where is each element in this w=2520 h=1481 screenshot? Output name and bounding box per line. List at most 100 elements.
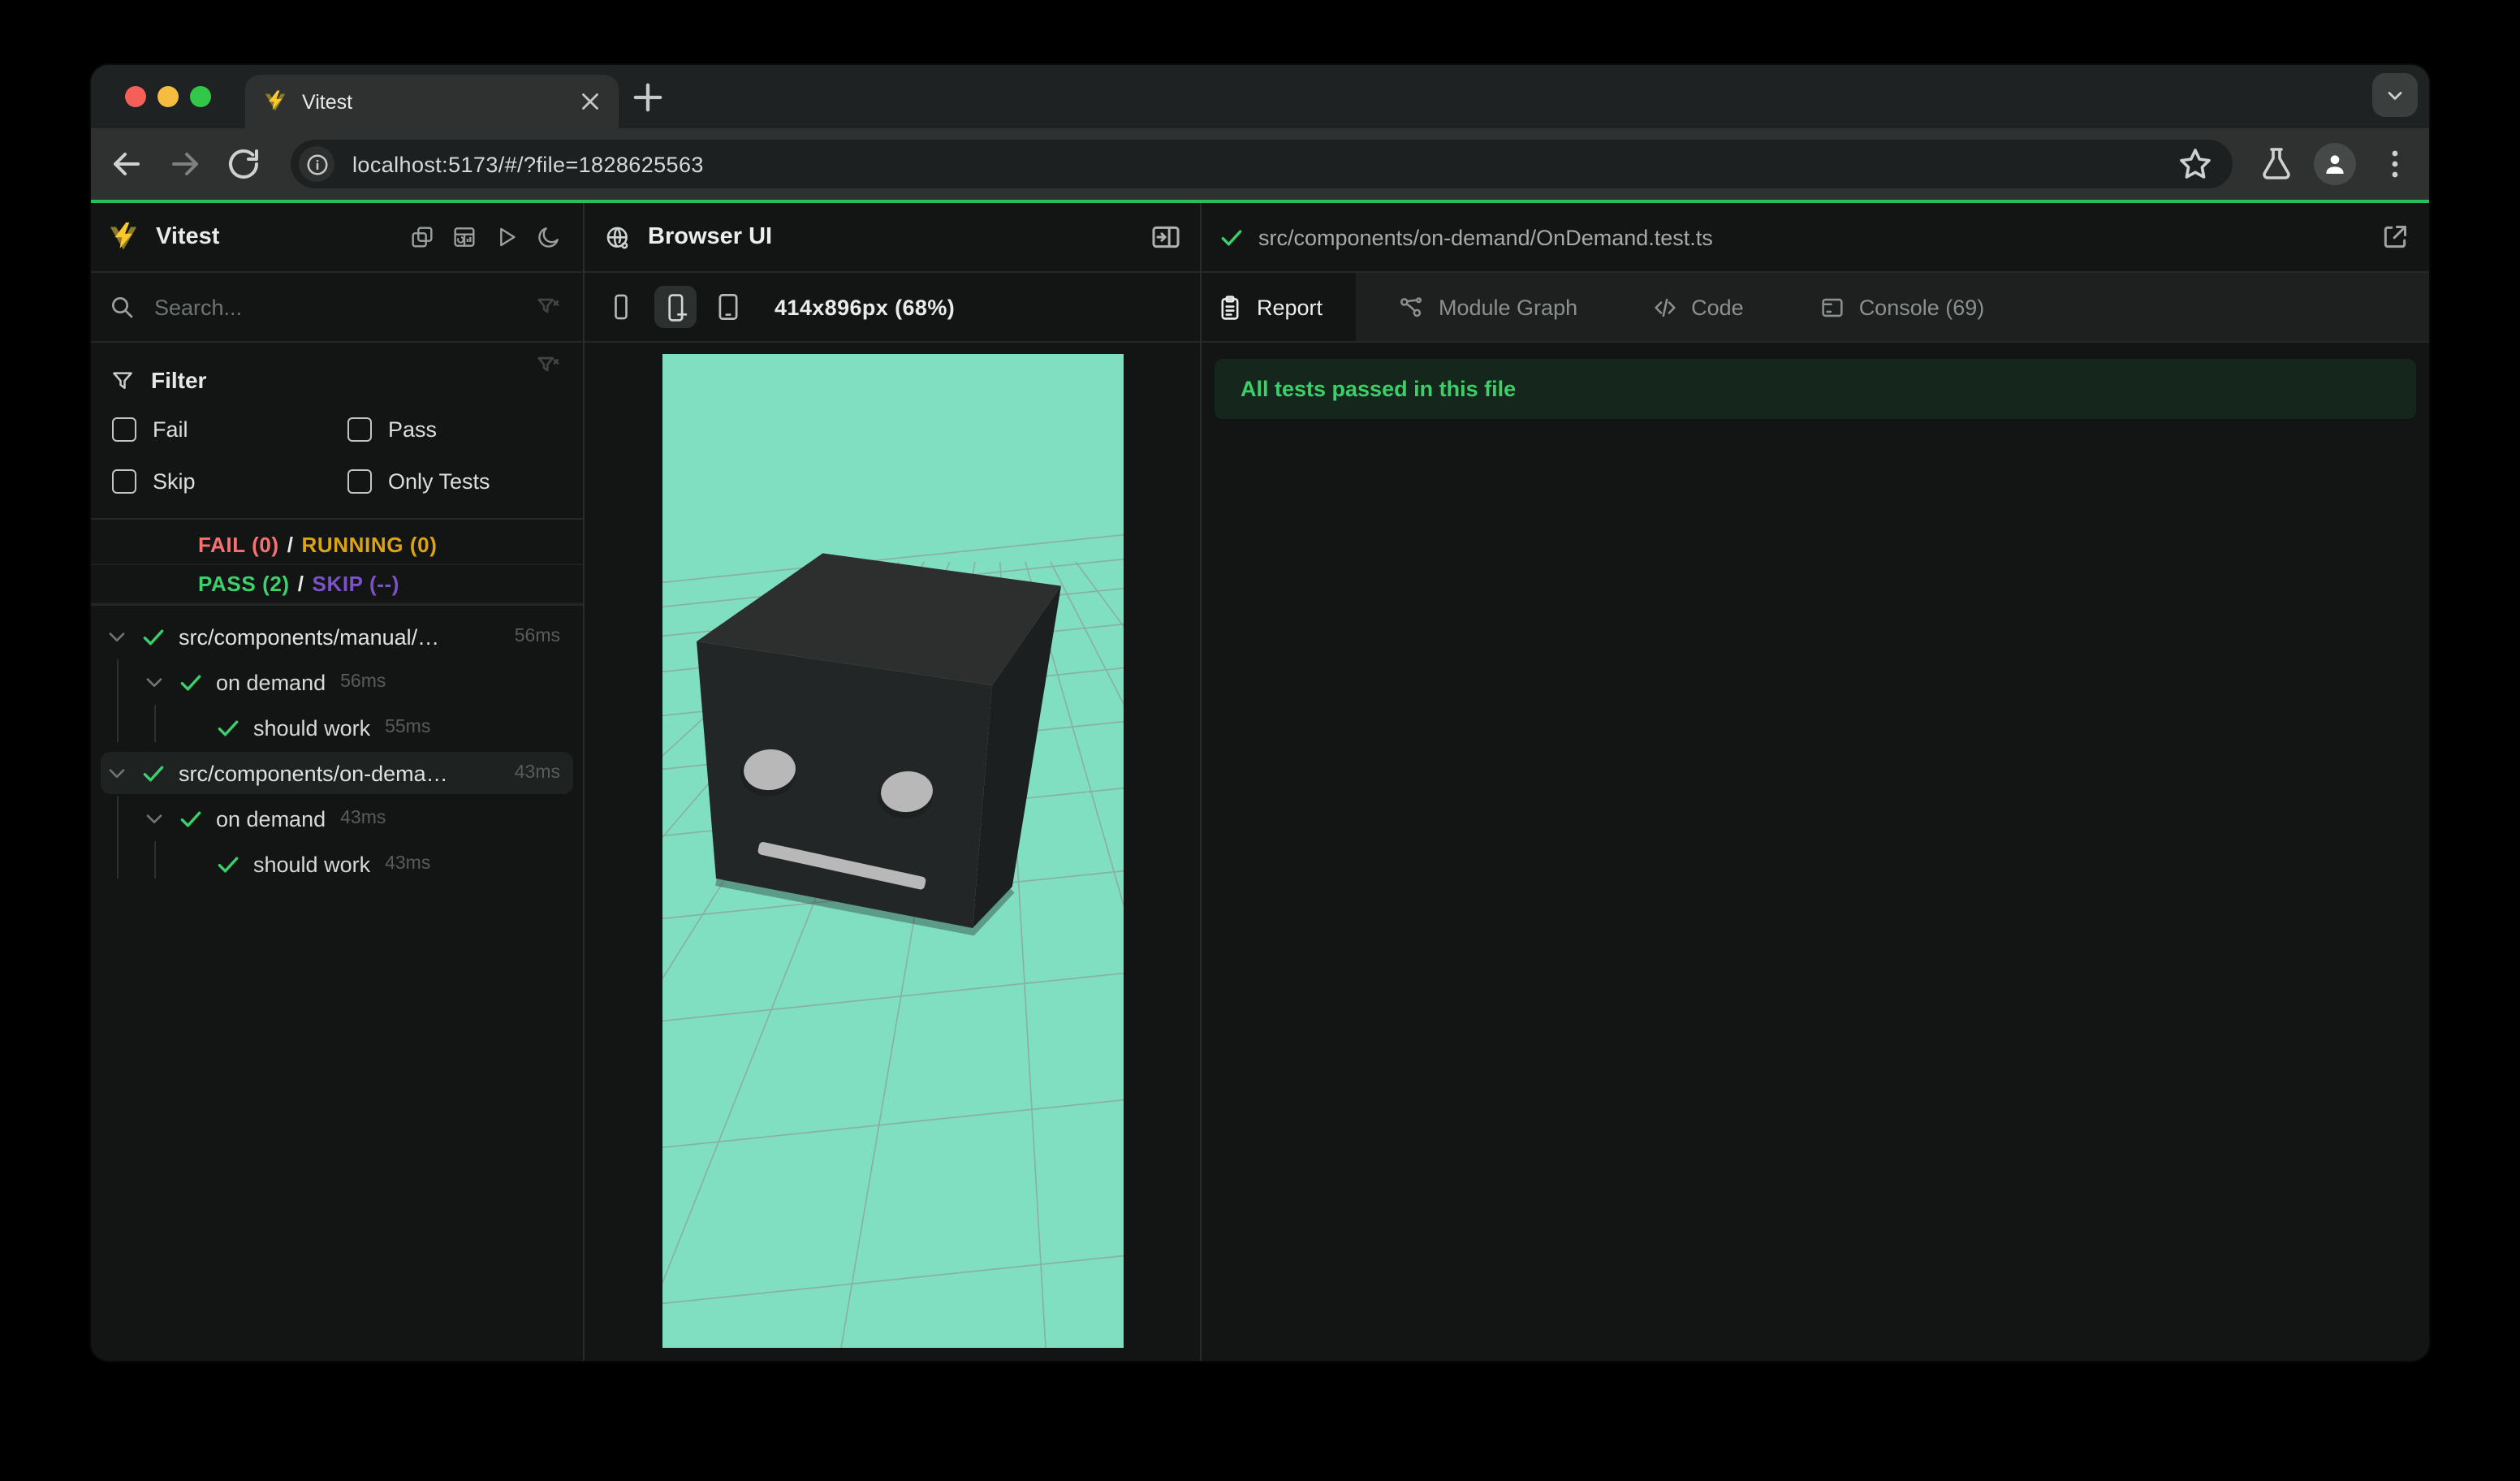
threejs-scene xyxy=(662,354,1124,1348)
checkbox-label: Pass xyxy=(388,417,438,442)
chevron-down-icon[interactable] xyxy=(141,805,167,831)
browser-ui-panel: Browser UI 414x896px (68%) xyxy=(585,203,1202,1361)
pass-check-icon xyxy=(140,623,167,650)
windows-restore-icon[interactable] xyxy=(406,221,438,253)
phone-small-icon[interactable] xyxy=(602,289,638,325)
tab-title: Vitest xyxy=(302,90,353,113)
search-input[interactable] xyxy=(151,293,482,321)
pass-check-icon xyxy=(177,668,205,696)
browser-window: Vitest localhost:5173/#/?file=1828625563… xyxy=(91,65,2429,1361)
tree-row-test[interactable]: should work 43ms xyxy=(91,841,583,887)
banner-text: All tests passed in this file xyxy=(1241,377,1517,401)
tab-module-graph[interactable]: Module Graph xyxy=(1385,273,1577,341)
globe-icon xyxy=(604,223,632,251)
test-duration: 56ms xyxy=(514,627,560,646)
new-tab-button[interactable] xyxy=(627,76,669,119)
run-all-play-icon[interactable] xyxy=(490,221,523,253)
dashboard-report-icon[interactable] xyxy=(448,221,481,253)
code-icon xyxy=(1651,293,1678,321)
test-duration: 43ms xyxy=(340,809,386,828)
experiments-flask-icon[interactable] xyxy=(2257,145,2296,184)
tab-search-chevron-button[interactable] xyxy=(2372,73,2418,117)
test-duration: 43ms xyxy=(385,854,431,874)
checkbox-label: Only Tests xyxy=(388,469,490,494)
forward-button[interactable] xyxy=(166,145,205,184)
vitest-app: Vitest Search... Filter Fail Pass Skip O… xyxy=(91,200,2429,1361)
pass-check-icon xyxy=(1218,223,1245,251)
filter-section: Filter Fail Pass Skip Only Tests xyxy=(91,343,583,520)
pass-check-icon xyxy=(214,850,242,878)
dock-panel-right-icon[interactable] xyxy=(1150,221,1182,253)
tree-row-suite[interactable]: on demand 56ms xyxy=(91,659,583,705)
preview-canvas[interactable] xyxy=(662,354,1124,1348)
url-text: localhost:5173/#/?file=1828625563 xyxy=(352,152,704,176)
test-explorer-sidebar: Vitest Search... Filter Fail Pass Skip O… xyxy=(91,203,585,1361)
filter-title: Filter xyxy=(151,367,207,393)
filter-checkbox-fail[interactable]: Fail xyxy=(112,409,347,450)
back-button[interactable] xyxy=(107,145,146,184)
tree-row-suite[interactable]: on demand 43ms xyxy=(91,796,583,841)
app-title: Vitest xyxy=(156,224,220,250)
test-file-name: src/components/on-dema… xyxy=(179,761,448,785)
chevron-down-icon[interactable] xyxy=(104,624,130,650)
chevron-down-icon[interactable] xyxy=(104,760,130,786)
device-toolbar: 414x896px (68%) xyxy=(585,273,1200,343)
tab-code[interactable]: Code xyxy=(1638,273,1744,341)
chevron-down-icon[interactable] xyxy=(141,669,167,695)
filter-checkbox-only-tests[interactable]: Only Tests xyxy=(347,461,583,502)
checkbox[interactable] xyxy=(112,469,136,494)
browser-ui-title: Browser UI xyxy=(648,224,773,250)
browser-menu-kebab-icon[interactable] xyxy=(2375,145,2414,184)
zoom-window-button[interactable] xyxy=(190,86,211,107)
test-duration: 43ms xyxy=(514,763,560,783)
viewport-size-label: 414x896px (68%) xyxy=(775,295,956,319)
clear-search-filter-icon[interactable] xyxy=(534,293,562,321)
module-graph-icon xyxy=(1398,293,1426,321)
checkbox-label: Fail xyxy=(153,417,188,442)
close-tab-icon[interactable] xyxy=(576,88,604,115)
checkbox[interactable] xyxy=(347,417,372,442)
clear-filters-icon[interactable] xyxy=(534,352,562,380)
search-icon xyxy=(109,294,135,320)
checkbox-label: Skip xyxy=(153,469,196,494)
test-name: should work xyxy=(253,852,371,876)
vitest-logo-icon xyxy=(107,221,140,253)
browser-tab-vitest[interactable]: Vitest xyxy=(245,75,619,128)
minimize-window-button[interactable] xyxy=(158,86,179,107)
tab-report[interactable]: Report xyxy=(1202,273,1356,341)
tab-label: Report xyxy=(1257,295,1323,319)
tab-console[interactable]: Console (69) xyxy=(1806,273,1985,341)
dark-mode-moon-icon[interactable] xyxy=(533,221,565,253)
site-info-icon[interactable] xyxy=(299,146,334,182)
filter-checkbox-pass[interactable]: Pass xyxy=(347,409,583,450)
tab-label: Code xyxy=(1691,295,1744,319)
profile-avatar[interactable] xyxy=(2314,143,2356,185)
tree-row-file[interactable]: src/components/manual/… 56ms xyxy=(91,614,583,659)
vitest-favicon-icon xyxy=(263,89,287,114)
tree-row-test[interactable]: should work 55ms xyxy=(91,705,583,750)
filter-checkbox-skip[interactable]: Skip xyxy=(112,461,347,502)
tablet-icon[interactable] xyxy=(710,289,745,325)
skip-count: SKIP (--) xyxy=(312,572,400,596)
tab-label: Console (69) xyxy=(1858,295,1985,319)
suite-name: on demand xyxy=(216,806,326,831)
robot-cube xyxy=(697,553,1061,936)
tree-row-file-selected[interactable]: src/components/on-dema… 43ms xyxy=(91,750,583,796)
reload-button[interactable] xyxy=(224,145,263,184)
bookmark-star-icon[interactable] xyxy=(2176,145,2215,184)
test-duration: 55ms xyxy=(385,718,431,737)
checkbox[interactable] xyxy=(347,469,372,494)
browser-tabstrip: Vitest xyxy=(91,65,2429,128)
url-bar[interactable]: localhost:5173/#/?file=1828625563 xyxy=(291,140,2233,188)
close-window-button[interactable] xyxy=(125,86,146,107)
checkbox[interactable] xyxy=(112,417,136,442)
pass-count: PASS (2) xyxy=(198,572,290,596)
pass-check-icon xyxy=(140,759,167,787)
suite-name: on demand xyxy=(216,670,326,694)
test-duration: 56ms xyxy=(340,672,386,692)
test-file-name: src/components/manual/… xyxy=(179,624,440,649)
open-external-icon[interactable] xyxy=(2379,221,2411,253)
phone-plus-icon-selected[interactable] xyxy=(654,286,697,328)
running-count: RUNNING (0) xyxy=(301,533,438,557)
pass-check-icon xyxy=(177,805,205,832)
